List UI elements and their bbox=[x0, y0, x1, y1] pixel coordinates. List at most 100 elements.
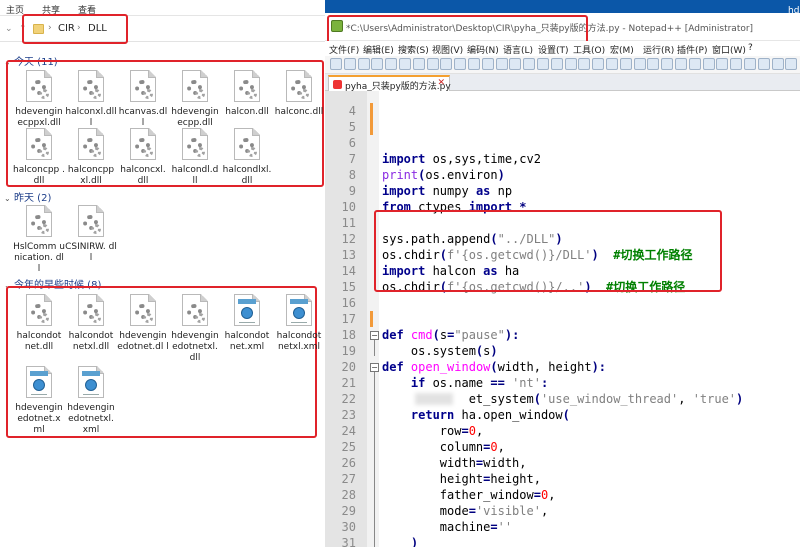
toolbar-button[interactable] bbox=[330, 58, 342, 70]
code-line[interactable]: 28 father_window=0, bbox=[325, 487, 800, 503]
toolbar-button[interactable] bbox=[675, 58, 687, 70]
menu-encoding[interactable]: 编码(N) bbox=[467, 43, 499, 56]
code-line[interactable]: 31 ) bbox=[325, 535, 800, 547]
code-line[interactable]: 22 et_system('use_window_thread', 'true'… bbox=[325, 391, 800, 407]
toolbar-button[interactable] bbox=[702, 58, 715, 70]
toolbar-button[interactable] bbox=[523, 58, 536, 70]
toolbar-button[interactable] bbox=[468, 58, 480, 70]
file-item[interactable]: hdevengin ecppxl.dll bbox=[13, 70, 65, 129]
code-line[interactable]: 27 height=height, bbox=[325, 471, 800, 487]
toolbar-button[interactable] bbox=[647, 58, 660, 70]
fold-toggle-icon[interactable]: − bbox=[370, 331, 379, 340]
menu-file[interactable]: 文件(F) bbox=[329, 43, 359, 56]
toolbar-button[interactable] bbox=[661, 58, 674, 70]
group-header-today[interactable]: ⌄ 今天 (11) bbox=[4, 53, 58, 68]
file-item[interactable]: hcanvas.dl l bbox=[117, 70, 169, 129]
ribbon-tab-home[interactable]: 主页 bbox=[6, 3, 24, 16]
toolbar-button[interactable] bbox=[343, 58, 356, 70]
toolbar-button[interactable] bbox=[730, 58, 743, 70]
code-line[interactable]: 8 print(os.environ) bbox=[325, 167, 800, 183]
file-item[interactable]: halconxl.dll l bbox=[65, 70, 117, 129]
fold-toggle-icon[interactable]: − bbox=[370, 363, 379, 372]
desktop-icon-label[interactable]: hd bbox=[788, 6, 799, 16]
code-line[interactable]: 17 bbox=[325, 311, 800, 327]
menu-window[interactable]: 窗口(W) bbox=[712, 43, 746, 56]
file-item[interactable]: halcondot netxl.xml bbox=[273, 294, 325, 353]
address-bar[interactable]: ⌄ ↑ › CIR › DLL bbox=[0, 18, 325, 42]
menu-macro[interactable]: 宏(M) bbox=[610, 43, 634, 56]
code-line[interactable]: 7 import os,sys,time,cv2 bbox=[325, 151, 800, 167]
code-line[interactable]: 13 os.chdir(f'{os.getcwd()}/DLL') #切换工作路径 bbox=[325, 247, 800, 263]
toolbar-button[interactable] bbox=[606, 58, 618, 70]
file-item[interactable]: halcondl.d ll bbox=[169, 128, 221, 187]
toolbar-button[interactable] bbox=[619, 58, 632, 70]
toolbar-button[interactable] bbox=[633, 58, 646, 70]
group-header-yesterday[interactable]: ⌄ 昨天 (2) bbox=[4, 189, 51, 204]
code-line[interactable]: 26 width=width, bbox=[325, 455, 800, 471]
code-line[interactable]: 12 sys.path.append("../DLL") bbox=[325, 231, 800, 247]
code-line[interactable]: 23 return ha.open_window( bbox=[325, 407, 800, 423]
file-item[interactable]: halconcpp .dll bbox=[13, 128, 65, 187]
file-item[interactable]: halcondlxl. dll bbox=[221, 128, 273, 187]
toolbar-button[interactable] bbox=[578, 58, 591, 70]
code-line[interactable]: 4 bbox=[325, 103, 800, 119]
menu-language[interactable]: 语言(L) bbox=[503, 43, 533, 56]
code-line[interactable]: 5 bbox=[325, 119, 800, 135]
file-item[interactable]: halconcpp xl.dll bbox=[65, 128, 117, 187]
code-line[interactable]: 18 def cmd(s="pause"): − bbox=[325, 327, 800, 343]
chevron-right-icon[interactable]: › bbox=[48, 23, 52, 33]
code-editor[interactable]: 4 5 6 7 import os,sys,time,cv2 8 print(os.envi… bbox=[325, 91, 800, 547]
chevron-down-icon[interactable]: ⌄ bbox=[5, 24, 13, 34]
toolbar-button[interactable] bbox=[688, 58, 701, 70]
code-line[interactable]: 21 if os.name == 'nt': bbox=[325, 375, 800, 391]
code-line[interactable]: 24 row=0, bbox=[325, 423, 800, 439]
code-line[interactable]: 29 mode='visible', bbox=[325, 503, 800, 519]
file-item[interactable]: hdevengin edotnet.dl l bbox=[117, 294, 169, 353]
menu-run[interactable]: 运行(R) bbox=[643, 43, 674, 56]
file-item[interactable]: hdevengin edotnetxl. dll bbox=[169, 294, 221, 364]
code-line[interactable]: 15 os.chdir(f'{os.getcwd()}/..') #切换工作路径 bbox=[325, 279, 800, 295]
menu-tools[interactable]: 工具(O) bbox=[573, 43, 605, 56]
code-line[interactable]: 16 bbox=[325, 295, 800, 311]
file-item[interactable]: hdevengin edotnet.x ml bbox=[13, 366, 65, 436]
toolbar-button[interactable] bbox=[385, 58, 398, 70]
toolbar-button[interactable] bbox=[371, 58, 384, 70]
code-line[interactable]: 11 bbox=[325, 215, 800, 231]
toolbar-button[interactable] bbox=[399, 58, 411, 70]
toolbar-button[interactable] bbox=[454, 58, 467, 70]
code-line[interactable]: 9 import numpy as np bbox=[325, 183, 800, 199]
toolbar-button[interactable] bbox=[509, 58, 522, 70]
code-line[interactable]: 20 def open_window(width, height): − bbox=[325, 359, 800, 375]
breadcrumb-cir[interactable]: CIR bbox=[58, 23, 75, 34]
file-item[interactable]: CSINIRW. dll bbox=[65, 205, 117, 264]
file-item[interactable]: hdevengin ecpp.dll bbox=[169, 70, 221, 129]
code-line[interactable]: 10 from ctypes import * bbox=[325, 199, 800, 215]
toolbar-button[interactable] bbox=[785, 58, 798, 70]
toolbar-button[interactable] bbox=[481, 58, 494, 70]
code-line[interactable]: 6 bbox=[325, 135, 800, 151]
file-item[interactable]: halcondot netxl.dll bbox=[65, 294, 117, 353]
toolbar-button[interactable] bbox=[412, 58, 425, 70]
breadcrumb-dll[interactable]: DLL bbox=[88, 23, 107, 34]
toolbar-button[interactable] bbox=[564, 58, 577, 70]
file-item[interactable]: hdevengin edotnetxl. xml bbox=[65, 366, 117, 436]
toolbar-button[interactable] bbox=[537, 58, 549, 70]
code-line[interactable]: 30 machine='' bbox=[325, 519, 800, 535]
toolbar-button[interactable] bbox=[716, 58, 729, 70]
file-item[interactable]: halcondot net.xml bbox=[221, 294, 273, 353]
toolbar-button[interactable] bbox=[426, 58, 439, 70]
toolbar-button[interactable] bbox=[744, 58, 756, 70]
menu-view[interactable]: 视图(V) bbox=[432, 43, 463, 56]
menu-plugins[interactable]: 插件(P) bbox=[677, 43, 707, 56]
tab-pyha-file[interactable]: pyha_只装py版的方法.py ✕ bbox=[328, 75, 451, 92]
menu-help[interactable]: ? bbox=[748, 43, 753, 53]
code-line[interactable]: 25 column=0, bbox=[325, 439, 800, 455]
toolbar-button[interactable] bbox=[592, 58, 605, 70]
menu-settings[interactable]: 设置(T) bbox=[538, 43, 569, 56]
code-line[interactable]: 14 import halcon as ha bbox=[325, 263, 800, 279]
menu-edit[interactable]: 编辑(E) bbox=[363, 43, 394, 56]
file-item[interactable]: halconcxl. dll bbox=[117, 128, 169, 187]
close-icon[interactable]: ✕ bbox=[437, 78, 445, 88]
group-header-earlier-this-year[interactable]: ⌄ 今年的早些时候 (8) bbox=[4, 276, 101, 291]
ribbon-tab-view[interactable]: 查看 bbox=[78, 3, 96, 16]
